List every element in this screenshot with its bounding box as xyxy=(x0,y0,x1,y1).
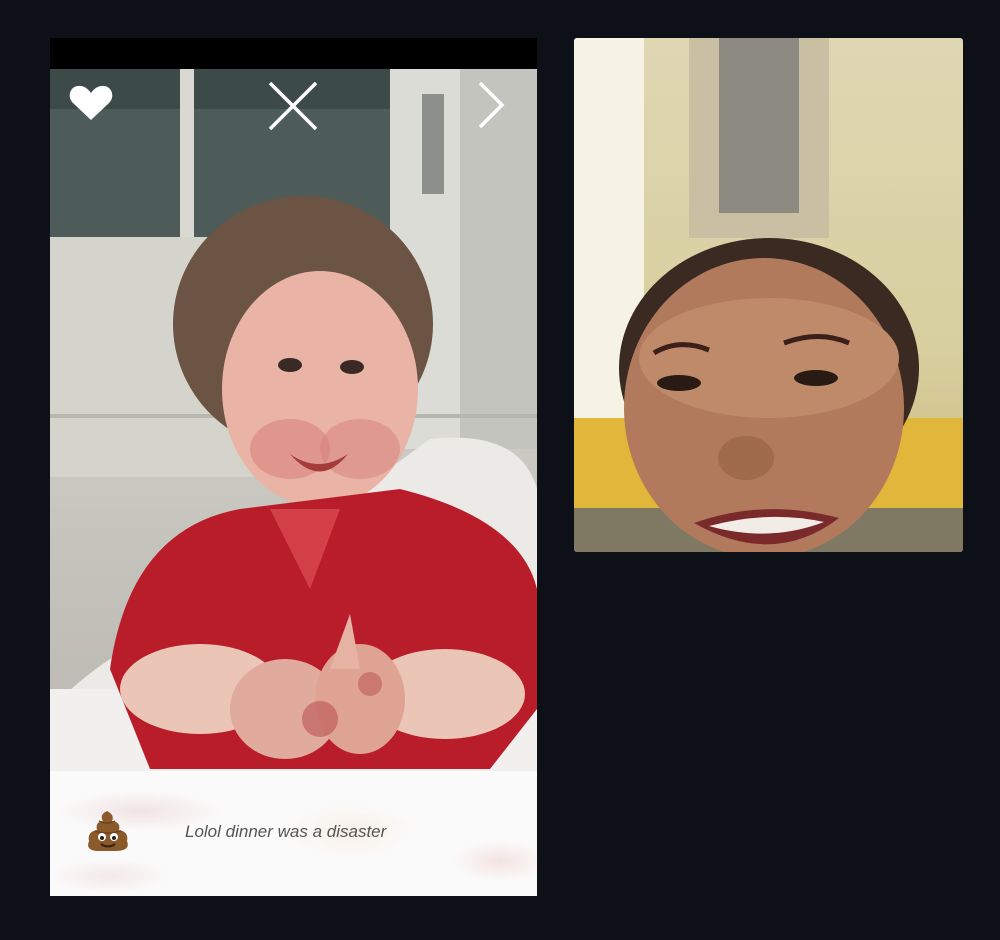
photo-chat-screen: Lolol dinner was a disaster xyxy=(0,0,1000,940)
photo-viewer: Lolol dinner was a disaster xyxy=(50,38,537,896)
next-photo-button[interactable] xyxy=(474,79,508,131)
photo-caption: Lolol dinner was a disaster xyxy=(50,771,537,896)
chevron-right-icon xyxy=(478,81,505,129)
heart-icon xyxy=(69,85,113,120)
caption-text: Lolol dinner was a disaster xyxy=(185,822,387,841)
video-call-tile[interactable] xyxy=(574,38,963,552)
viewer-status-bar xyxy=(50,38,537,69)
close-x-icon xyxy=(268,81,318,131)
photo-controls-bar xyxy=(50,69,537,139)
pile-of-poo-emoji xyxy=(85,809,131,853)
shared-photo xyxy=(50,69,537,771)
close-button[interactable] xyxy=(266,79,320,133)
like-button[interactable] xyxy=(68,83,114,123)
